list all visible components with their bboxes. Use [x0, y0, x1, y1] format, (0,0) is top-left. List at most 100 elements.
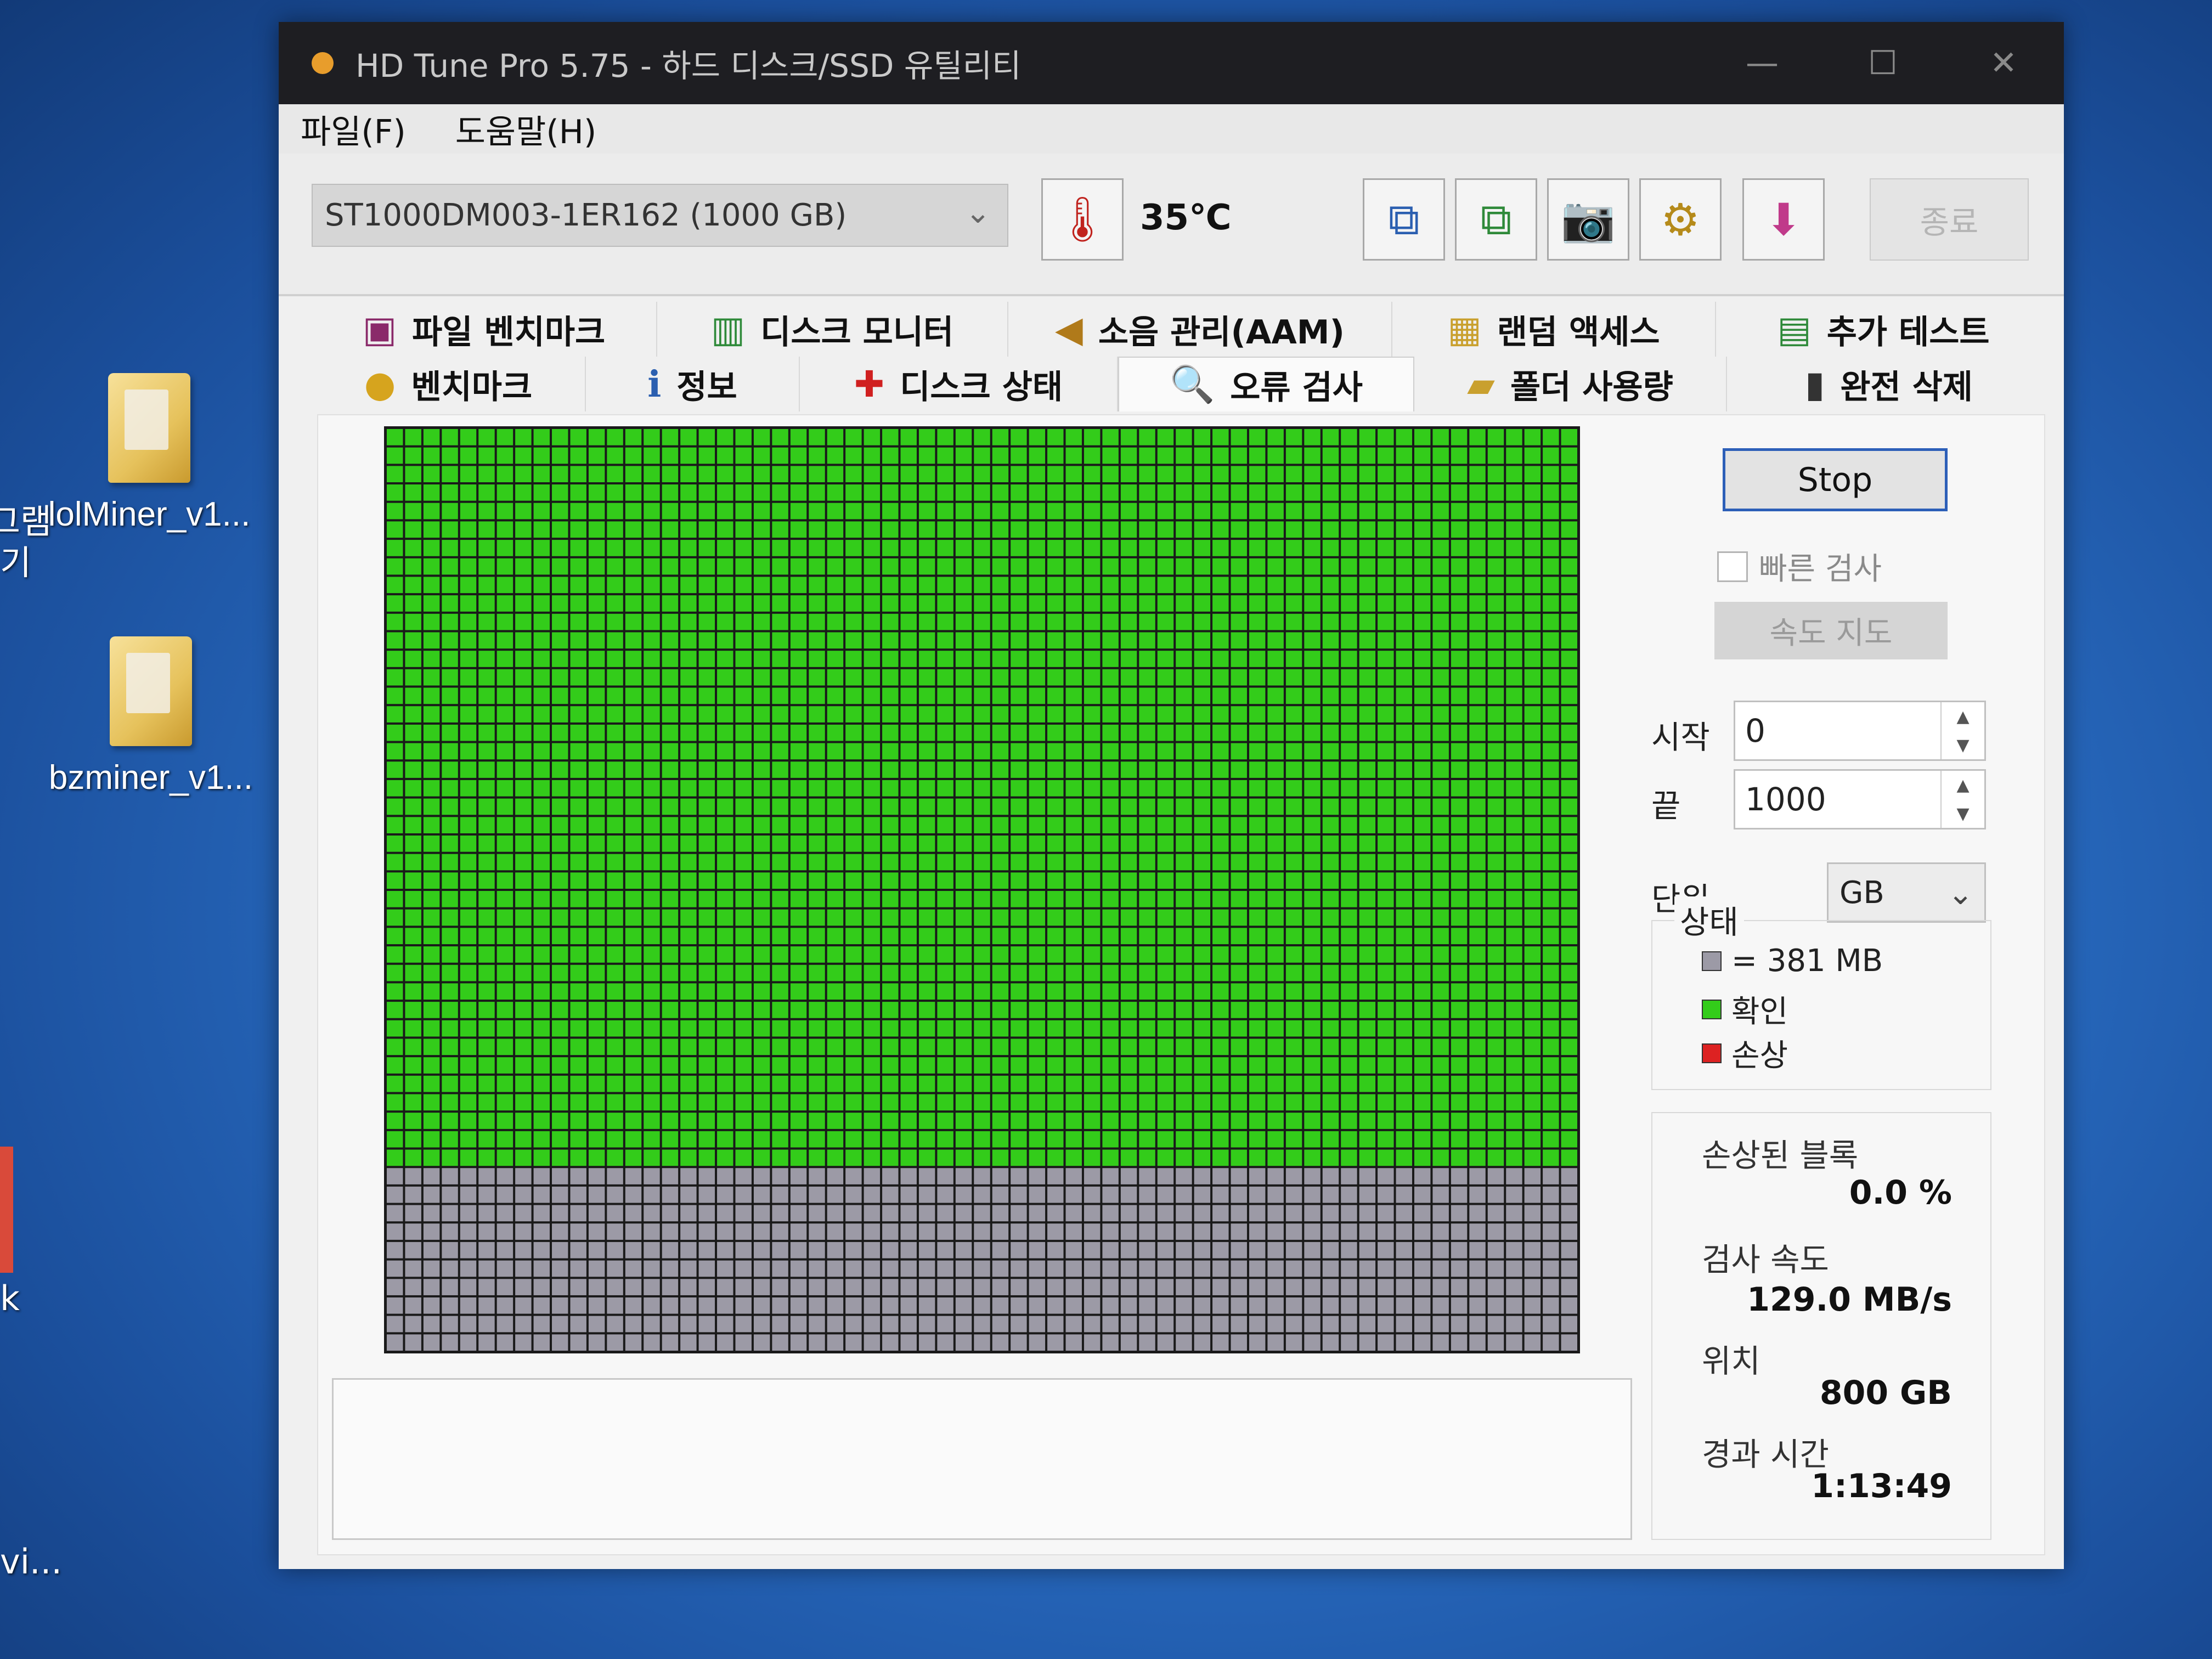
- block-checked: [1451, 595, 1468, 612]
- down-arrow-icon[interactable]: ▼: [1956, 736, 1969, 755]
- speed-map-button[interactable]: 속도 지도: [1714, 602, 1948, 659]
- block-unscanned: [698, 1279, 715, 1295]
- block-checked: [772, 595, 788, 612]
- down-arrow-icon[interactable]: ▼: [1956, 804, 1969, 823]
- block-checked: [1029, 503, 1046, 520]
- close-button[interactable]: ✕: [1943, 44, 2064, 82]
- options-button[interactable]: ⚙: [1639, 178, 1722, 261]
- start-input[interactable]: 0 ▲ ▼: [1734, 701, 1986, 761]
- block-checked: [790, 577, 807, 594]
- copy-all-button[interactable]: ⧉: [1455, 178, 1537, 261]
- quick-scan-option[interactable]: 빠른 검사: [1717, 544, 1882, 589]
- tab-extra-tests[interactable]: ▤ 추가 테스트: [1716, 302, 2051, 357]
- block-unscanned: [552, 1260, 568, 1277]
- desktop-icon-lolminer[interactable]: lolMiner_v1...: [40, 373, 259, 534]
- desktop-icon-bzminer[interactable]: bzminer_v1...: [41, 636, 261, 797]
- block-unscanned: [992, 1242, 1009, 1259]
- block-checked: [1084, 1075, 1101, 1092]
- block-checked: [1322, 558, 1339, 575]
- block-checked: [900, 817, 917, 833]
- tab-erase[interactable]: ▮ 완전 삭제: [1727, 357, 2051, 411]
- tab-folder-usage[interactable]: ▰ 폴더 사용량: [1414, 357, 1727, 411]
- block-checked: [1249, 706, 1266, 723]
- block-unscanned: [1231, 1186, 1247, 1203]
- temperature-button[interactable]: 🌡: [1041, 178, 1124, 261]
- menu-help[interactable]: 도움말(H): [455, 105, 597, 153]
- block-checked: [1378, 983, 1394, 1000]
- block-checked: [955, 687, 972, 704]
- up-arrow-icon[interactable]: ▲: [1956, 776, 1969, 795]
- copy-icon: ⧉: [1388, 194, 1420, 245]
- block-checked: [1139, 761, 1155, 778]
- block-checked: [1249, 651, 1266, 667]
- block-checked: [698, 521, 715, 538]
- tab-health[interactable]: ✚ 디스크 상태: [800, 357, 1118, 411]
- block-checked: [992, 1131, 1009, 1148]
- block-checked: [918, 946, 935, 963]
- block-unscanned: [1396, 1334, 1412, 1351]
- block-checked: [864, 521, 881, 538]
- tab-disk-monitor[interactable]: ▥ 디스크 모니터: [657, 302, 1008, 357]
- block-unscanned: [1139, 1334, 1155, 1351]
- block-checked: [1047, 798, 1064, 815]
- tab-random-access[interactable]: ▦ 랜덤 액세스: [1392, 302, 1716, 357]
- block-checked: [1304, 447, 1321, 464]
- menu-file[interactable]: 파일(F): [301, 105, 406, 153]
- block-checked: [955, 780, 972, 797]
- start-stepper[interactable]: ▲ ▼: [1940, 702, 1984, 759]
- save-button[interactable]: ⬇: [1742, 178, 1825, 261]
- exit-button[interactable]: 종료: [1870, 178, 2029, 261]
- block-checked: [533, 503, 550, 520]
- block-checked: [1047, 687, 1064, 704]
- up-arrow-icon[interactable]: ▲: [1956, 707, 1969, 726]
- block-unscanned: [1543, 1334, 1559, 1351]
- screenshot-button[interactable]: 📷: [1547, 178, 1629, 261]
- tab-aam[interactable]: ◀ 소음 관리(AAM): [1008, 302, 1392, 357]
- tab-info[interactable]: ℹ 정보: [586, 357, 800, 411]
- block-checked: [735, 909, 752, 926]
- block-checked: [772, 1113, 788, 1129]
- unit-select[interactable]: GB ⌄: [1827, 862, 1986, 923]
- block-checked: [1212, 983, 1229, 1000]
- block-unscanned: [1139, 1242, 1155, 1259]
- quick-scan-checkbox[interactable]: [1717, 551, 1748, 582]
- block-checked: [955, 928, 972, 945]
- block-checked: [662, 1075, 679, 1092]
- title-bar[interactable]: HD Tune Pro 5.75 - 하드 디스크/SSD 유틸리티 — ☐ ✕: [279, 22, 2064, 104]
- block-checked: [1231, 946, 1247, 963]
- block-checked: [937, 429, 953, 445]
- tab-file-benchmark[interactable]: ▣ 파일 벤치마크: [312, 302, 657, 357]
- end-input[interactable]: 1000 ▲ ▼: [1734, 769, 1986, 830]
- block-checked: [1396, 466, 1412, 483]
- minimize-button[interactable]: —: [1702, 44, 1822, 82]
- stop-button[interactable]: Stop: [1723, 448, 1948, 511]
- block-checked: [515, 1113, 532, 1129]
- block-checked: [974, 854, 990, 871]
- block-unscanned: [1432, 1334, 1449, 1351]
- block-checked: [1267, 1057, 1284, 1074]
- block-checked: [680, 632, 697, 649]
- block-checked: [1285, 854, 1302, 871]
- block-checked: [1561, 558, 1577, 575]
- block-checked: [570, 724, 586, 741]
- end-stepper[interactable]: ▲ ▼: [1940, 771, 1984, 828]
- drive-select[interactable]: ST1000DM003-1ER162 (1000 GB) ⌄: [312, 184, 1008, 247]
- block-checked: [644, 558, 660, 575]
- block-checked: [809, 724, 825, 741]
- block-checked: [496, 687, 514, 704]
- maximize-button[interactable]: ☐: [1822, 44, 1943, 82]
- block-checked: [992, 558, 1009, 575]
- block-checked: [442, 595, 458, 612]
- block-checked: [478, 577, 495, 594]
- tab-error-scan[interactable]: 🔍 오류 검사: [1118, 357, 1414, 411]
- block-unscanned: [1378, 1297, 1394, 1314]
- block-checked: [588, 1002, 605, 1018]
- tab-benchmark[interactable]: ● 벤치마크: [312, 357, 586, 411]
- block-checked: [790, 928, 807, 945]
- desktop-app-icon-partial[interactable]: [0, 1147, 13, 1273]
- tab-label: 오류 검사: [1230, 368, 1363, 407]
- block-checked: [552, 780, 568, 797]
- block-checked: [1304, 798, 1321, 815]
- copy-info-button[interactable]: ⧉: [1363, 178, 1445, 261]
- block-checked: [1524, 780, 1541, 797]
